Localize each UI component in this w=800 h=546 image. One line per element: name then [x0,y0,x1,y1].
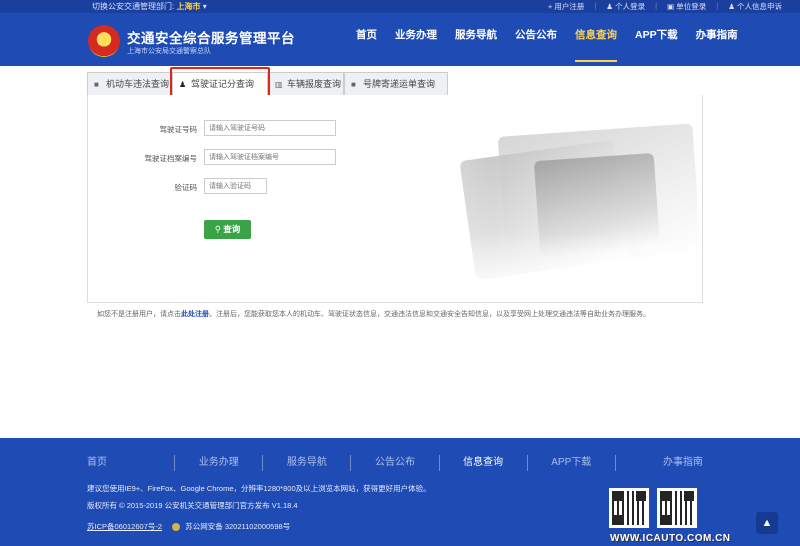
site-footer: 首页 业务办理 服务导航 公告公布 信息查询 APP下载 办事指南 建议您使用I… [0,438,800,546]
footer-nav-service-guide[interactable]: 服务导航 [263,455,352,471]
trash-icon: ▥ [275,80,283,89]
register-link[interactable]: + 用户注册 [548,1,584,12]
nav-info-query[interactable]: 信息查询 [569,13,623,66]
switch-label: 切换公安交通管理部门: [92,2,175,11]
gongan-badge-icon [172,523,181,532]
nav-announcements[interactable]: 公告公布 [509,13,563,66]
browser-tip: 建议您使用IE9+、FireFox、Google Chrome，分辨率1280*… [87,484,431,493]
gongan-record[interactable]: 苏公网安备 32021102000598号 [185,522,290,531]
divider: | [716,1,719,10]
qr-code-wechat [657,488,697,528]
appeal-link[interactable]: ♟ 个人信息申诉 [728,1,782,12]
footer-nav: 首页 业务办理 服务导航 公告公布 信息查询 APP下载 办事指南 [87,455,703,471]
license-number-input[interactable] [204,120,336,136]
site-title: 交通安全综合服务管理平台 [127,31,295,46]
main-nav: 首页 业务办理 服务导航 公告公布 信息查询 APP下载 办事指南 [350,13,750,66]
police-emblem-icon [88,25,120,57]
person-icon: ♟ [179,80,187,89]
nav-guide[interactable]: 办事指南 [690,13,744,66]
back-to-top-button[interactable]: ▲ [756,512,778,534]
divider: | [655,1,658,10]
license-number-label: 驾驶证号码 [159,125,198,134]
filing-info: 苏ICP备06012607号-2 苏公网安备 32021102000598号 [87,521,290,532]
register-here-link[interactable]: 此处注册 [181,311,209,318]
nav-service-guide[interactable]: 服务导航 [449,13,503,66]
tab-vehicle-violation[interactable]: ■ 机动车违法查询 [87,72,172,96]
license-file-input[interactable] [204,149,336,165]
divider: | [594,1,597,10]
query-panel: 驾驶证号码 驾驶证档案编号 验证码 ⚲ 查询 [87,95,703,303]
account-links: + 用户注册 | ♟ 个人登录 | ▣ 单位登录 | ♟ 个人信息申诉 [548,1,782,12]
qr-code-app [609,488,649,528]
arrow-up-icon: ▲ [761,517,773,529]
license-file-label: 驾驶证档案编号 [144,154,198,163]
captcha-label: 验证码 [174,183,198,192]
license-wallet-illustration [372,95,702,302]
footer-nav-info-query[interactable]: 信息查询 [440,455,528,471]
nav-home[interactable]: 首页 [350,13,383,66]
truck-icon: ■ [351,80,356,89]
footer-nav-app-download[interactable]: APP下载 [528,455,616,471]
tab-plate-delivery[interactable]: ■ 号牌寄递运单查询 [344,72,448,96]
nav-business[interactable]: 业务办理 [389,13,443,66]
tab-vehicle-scrap[interactable]: ▥ 车辆报废查询 [268,72,344,96]
captcha-input[interactable] [204,178,267,194]
search-icon: ⚲ [214,224,221,234]
site-subtitle: 上海市公安局交通警察总队 [127,48,211,55]
top-strip: 切换公安交通管理部门: 上海市 ▾ + 用户注册 | ♟ 个人登录 | ▣ 单位… [0,0,800,13]
department-switcher[interactable]: 切换公安交通管理部门: 上海市 ▾ [92,1,207,12]
city-name[interactable]: 上海市 [176,2,200,11]
unit-login-link[interactable]: ▣ 单位登录 [667,1,706,12]
personal-login-link[interactable]: ♟ 个人登录 [606,1,645,12]
query-tabs: ■ 机动车违法查询 ♟ 驾驶证记分查询 ▥ 车辆报废查询 ■ 号牌寄递运单查询 [87,72,703,96]
register-note: 如您不是注册用户，请点击此处注册。注册后，您能获取您本人的机动车、驾驶证状态信息… [97,311,650,318]
footer-nav-guide[interactable]: 办事指南 [616,455,703,471]
footer-nav-home[interactable]: 首页 [87,455,176,471]
nav-app-download[interactable]: APP下载 [629,13,684,66]
footer-nav-announcements[interactable]: 公告公布 [351,455,440,471]
copyright: 版权所有 © 2015-2019 公安机关交通管理部门官方发布 V1.18.4 [87,501,298,510]
icp-link[interactable]: 苏ICP备06012607号-2 [87,522,162,531]
car-icon: ■ [94,80,99,89]
query-button[interactable]: ⚲ 查询 [204,220,251,239]
site-header: 交通安全综合服务管理平台 上海市公安局交通警察总队 首页 业务办理 服务导航 公… [0,13,800,66]
chevron-down-icon: ▾ [202,2,207,11]
watermark: WWW.ICAUTO.COM.CN [610,533,731,544]
tab-license-points[interactable]: ♟ 驾驶证记分查询 [172,72,268,96]
footer-nav-business[interactable]: 业务办理 [175,455,264,471]
